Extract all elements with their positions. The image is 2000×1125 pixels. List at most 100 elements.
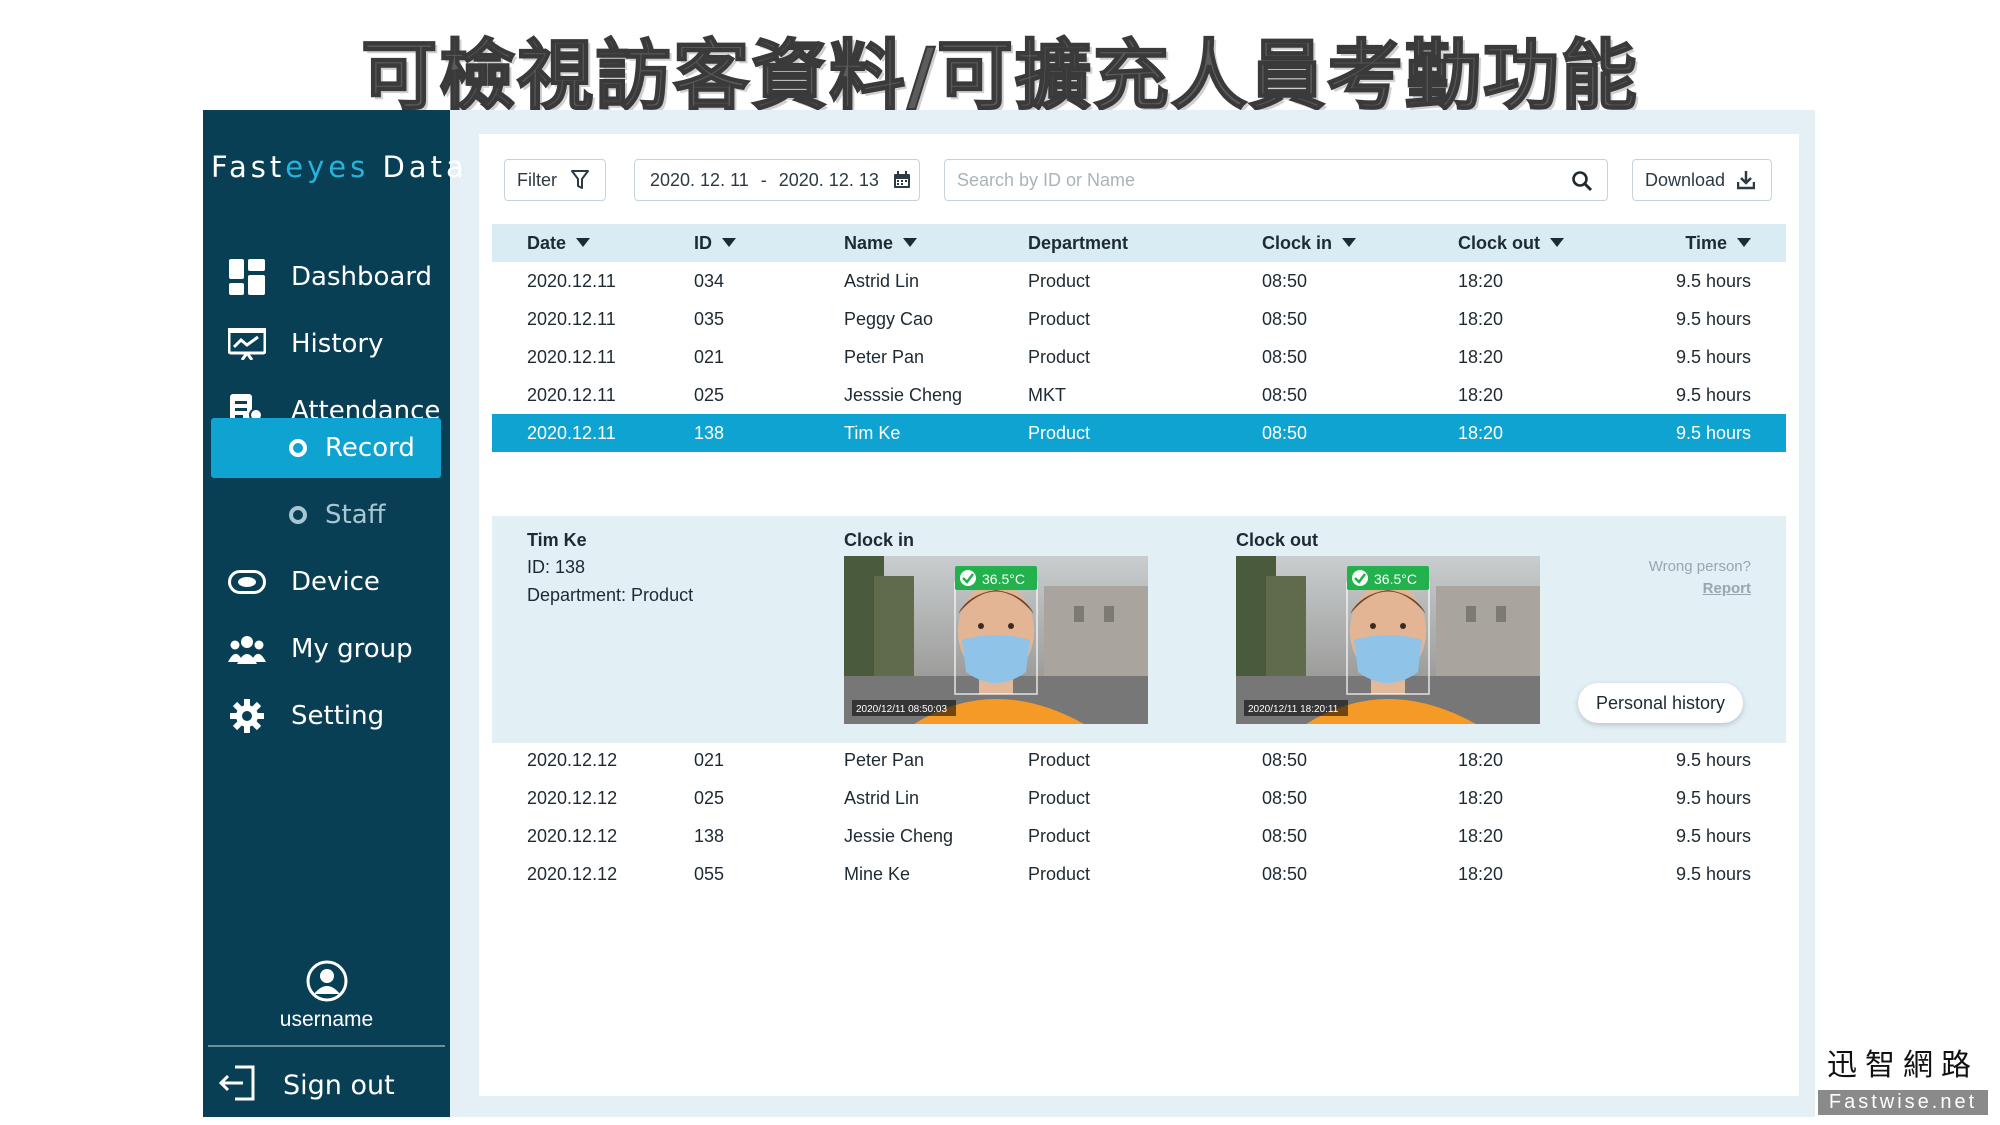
radio-dot-icon bbox=[289, 506, 307, 524]
cell-clock-in: 08:50 bbox=[1262, 864, 1308, 884]
cell-time: 9.5 hours bbox=[1675, 271, 1751, 291]
cell-name: Tim Ke bbox=[844, 423, 901, 443]
table-row[interactable]: 2020.12.11 021 Peter Pan Product 08:50 18:20 9… bbox=[492, 338, 1786, 376]
table-row[interactable]: 2020.12.11 034 Astrid Lin Product 08:50 18:20… bbox=[492, 262, 1786, 300]
sidebar-item-label: History bbox=[291, 329, 384, 359]
cell-clock-in: 08:50 bbox=[1262, 788, 1308, 808]
cell-department: Product bbox=[1028, 788, 1091, 808]
sort-arrow-icon bbox=[1737, 238, 1751, 247]
wrong-person-notice: Wrong person? Report bbox=[1649, 556, 1751, 600]
sidebar-item-label: Setting bbox=[291, 701, 385, 731]
cell-clock-in: 08:50 bbox=[1262, 347, 1308, 367]
column-header-name[interactable]: Name bbox=[844, 224, 918, 262]
table-row[interactable]: 2020.12.11 035 Peggy Cao Product 08:50 18:20 9… bbox=[492, 300, 1786, 338]
column-header-id[interactable]: ID bbox=[694, 224, 736, 262]
sidebar-item-my-group[interactable]: My group bbox=[211, 619, 441, 679]
temperature-badge: 36.5°C bbox=[1374, 571, 1417, 587]
cell-department: MKT bbox=[1028, 385, 1066, 405]
sign-out-icon bbox=[217, 1065, 257, 1105]
date-from: 2020. 12. 11 bbox=[650, 169, 749, 190]
table-row[interactable]: 2020.12.12 055 Mine Ke Product 08:50 18:20 9.5… bbox=[492, 855, 1786, 893]
avatar-icon bbox=[306, 960, 348, 1002]
column-header-time[interactable]: Time bbox=[1685, 224, 1751, 262]
personal-history-button[interactable]: Personal history bbox=[1578, 683, 1743, 723]
cell-department: Product bbox=[1028, 309, 1091, 329]
cell-name: Jessie Cheng bbox=[844, 826, 954, 846]
capture-timestamp: 2020/12/11 18:20:11 bbox=[1248, 704, 1339, 715]
cell-id: 021 bbox=[694, 750, 725, 770]
sidebar-item-setting[interactable]: Setting bbox=[211, 686, 441, 746]
download-button[interactable]: Download bbox=[1632, 159, 1772, 201]
clock-out-label: Clock out bbox=[1236, 530, 1319, 550]
cell-department: Product bbox=[1028, 347, 1091, 367]
sidebar-subitem-record[interactable]: Record bbox=[211, 418, 441, 478]
column-header-clock-in[interactable]: Clock in bbox=[1262, 224, 1357, 262]
clock-out-photo[interactable]: 36.5°C 2020/12/11 18:20:11 bbox=[1236, 556, 1540, 724]
search-input[interactable] bbox=[957, 169, 1557, 191]
detail-department: Department: Product bbox=[527, 585, 694, 605]
detail-name: Tim Ke bbox=[527, 530, 587, 550]
cell-clock-in: 08:50 bbox=[1262, 385, 1308, 405]
cell-clock-out: 18:20 bbox=[1458, 826, 1504, 846]
cell-time: 9.5 hours bbox=[1675, 385, 1751, 405]
cell-name: Mine Ke bbox=[844, 864, 911, 884]
sidebar-item-device[interactable]: Device bbox=[211, 552, 441, 612]
filter-icon bbox=[571, 170, 589, 189]
sidebar-item-dashboard[interactable]: Dashboard bbox=[211, 247, 441, 307]
cell-clock-in: 08:50 bbox=[1262, 750, 1308, 770]
username: username bbox=[279, 1008, 374, 1031]
cell-date: 2020.12.11 bbox=[527, 271, 616, 291]
cell-name: Peter Pan bbox=[844, 750, 925, 770]
cell-id: 021 bbox=[694, 347, 725, 367]
date-to: 2020. 12. 13 bbox=[778, 169, 879, 190]
table-row[interactable]: 2020.12.11 138 Tim Ke Product 08:50 18:20 9.5 … bbox=[492, 414, 1786, 452]
column-header-clock-out[interactable]: Clock out bbox=[1458, 224, 1565, 262]
cell-name: Peter Pan bbox=[844, 347, 925, 367]
date-separator: - bbox=[760, 169, 767, 190]
cell-id: 025 bbox=[694, 385, 725, 405]
cell-time: 9.5 hours bbox=[1675, 788, 1751, 808]
app-window: Fasteyes Data Dashboard History Attendan… bbox=[203, 110, 1815, 1117]
table-row[interactable]: 2020.12.12 138 Jessie Cheng Product 08:50 18:… bbox=[492, 817, 1786, 855]
cell-id: 035 bbox=[694, 309, 725, 329]
sidebar-item-history[interactable]: History bbox=[211, 314, 441, 374]
report-link[interactable]: Report bbox=[1703, 580, 1751, 597]
cell-date: 2020.12.11 bbox=[527, 347, 616, 367]
sidebar-subitem-label: Staff bbox=[325, 500, 386, 530]
cell-department: Product bbox=[1028, 864, 1091, 884]
capture-timestamp: 2020/12/11 08:50:03 bbox=[856, 704, 947, 715]
cell-name: Jesssie Cheng bbox=[844, 385, 963, 405]
cell-id: 034 bbox=[694, 271, 725, 291]
sidebar-divider bbox=[208, 1045, 445, 1047]
cell-time: 9.5 hours bbox=[1675, 423, 1751, 443]
history-icon bbox=[227, 324, 267, 364]
cell-clock-out: 18:20 bbox=[1458, 788, 1504, 808]
sidebar: Fasteyes Data Dashboard History Attendan… bbox=[203, 110, 464, 1117]
sign-out-button[interactable]: Sign out bbox=[217, 1060, 395, 1110]
record-detail-panel: Tim Ke ID: 138 Department: Product Clock… bbox=[492, 516, 1786, 743]
sidebar-subitem-staff[interactable]: Staff bbox=[211, 485, 441, 545]
table-row[interactable]: 2020.12.11 025 Jesssie Cheng MKT 08:50 18:20 9… bbox=[492, 376, 1786, 414]
cell-time: 9.5 hours bbox=[1675, 826, 1751, 846]
cell-clock-in: 08:50 bbox=[1262, 423, 1308, 443]
sign-out-label: Sign out bbox=[283, 1069, 395, 1101]
cell-clock-out: 18:20 bbox=[1458, 271, 1504, 291]
table-row[interactable]: 2020.12.12 021 Peter Pan Product 08:50 18:20 9… bbox=[492, 741, 1786, 779]
filter-button[interactable]: Filter bbox=[504, 159, 606, 201]
face-capture-image: 36.5°C 2020/12/11 18:20:11 bbox=[1236, 556, 1540, 724]
search-field[interactable] bbox=[944, 159, 1608, 201]
column-header-date[interactable]: Date bbox=[527, 224, 591, 262]
gear-icon bbox=[227, 696, 267, 736]
cell-time: 9.5 hours bbox=[1675, 347, 1751, 367]
table-row[interactable]: 2020.12.12 025 Astrid Lin Product 08:50 18:20… bbox=[492, 779, 1786, 817]
record-panel: Filter 2020. 12. 11 - 2020. 12. 13 Downl… bbox=[479, 134, 1799, 1096]
sort-arrow-icon bbox=[1550, 238, 1565, 247]
date-range-picker[interactable]: 2020. 12. 11 - 2020. 12. 13 bbox=[634, 159, 920, 201]
cell-date: 2020.12.11 bbox=[527, 309, 616, 329]
brand-name-en: Fastwise.net bbox=[1818, 1090, 1988, 1115]
search-icon[interactable] bbox=[1571, 170, 1593, 192]
clock-in-photo[interactable]: 36.5°C 2020/12/11 08:50:03 bbox=[844, 556, 1148, 724]
sidebar-subitem-label: Record bbox=[325, 433, 415, 463]
cell-department: Product bbox=[1028, 271, 1091, 291]
user-profile[interactable]: username bbox=[203, 960, 450, 1032]
